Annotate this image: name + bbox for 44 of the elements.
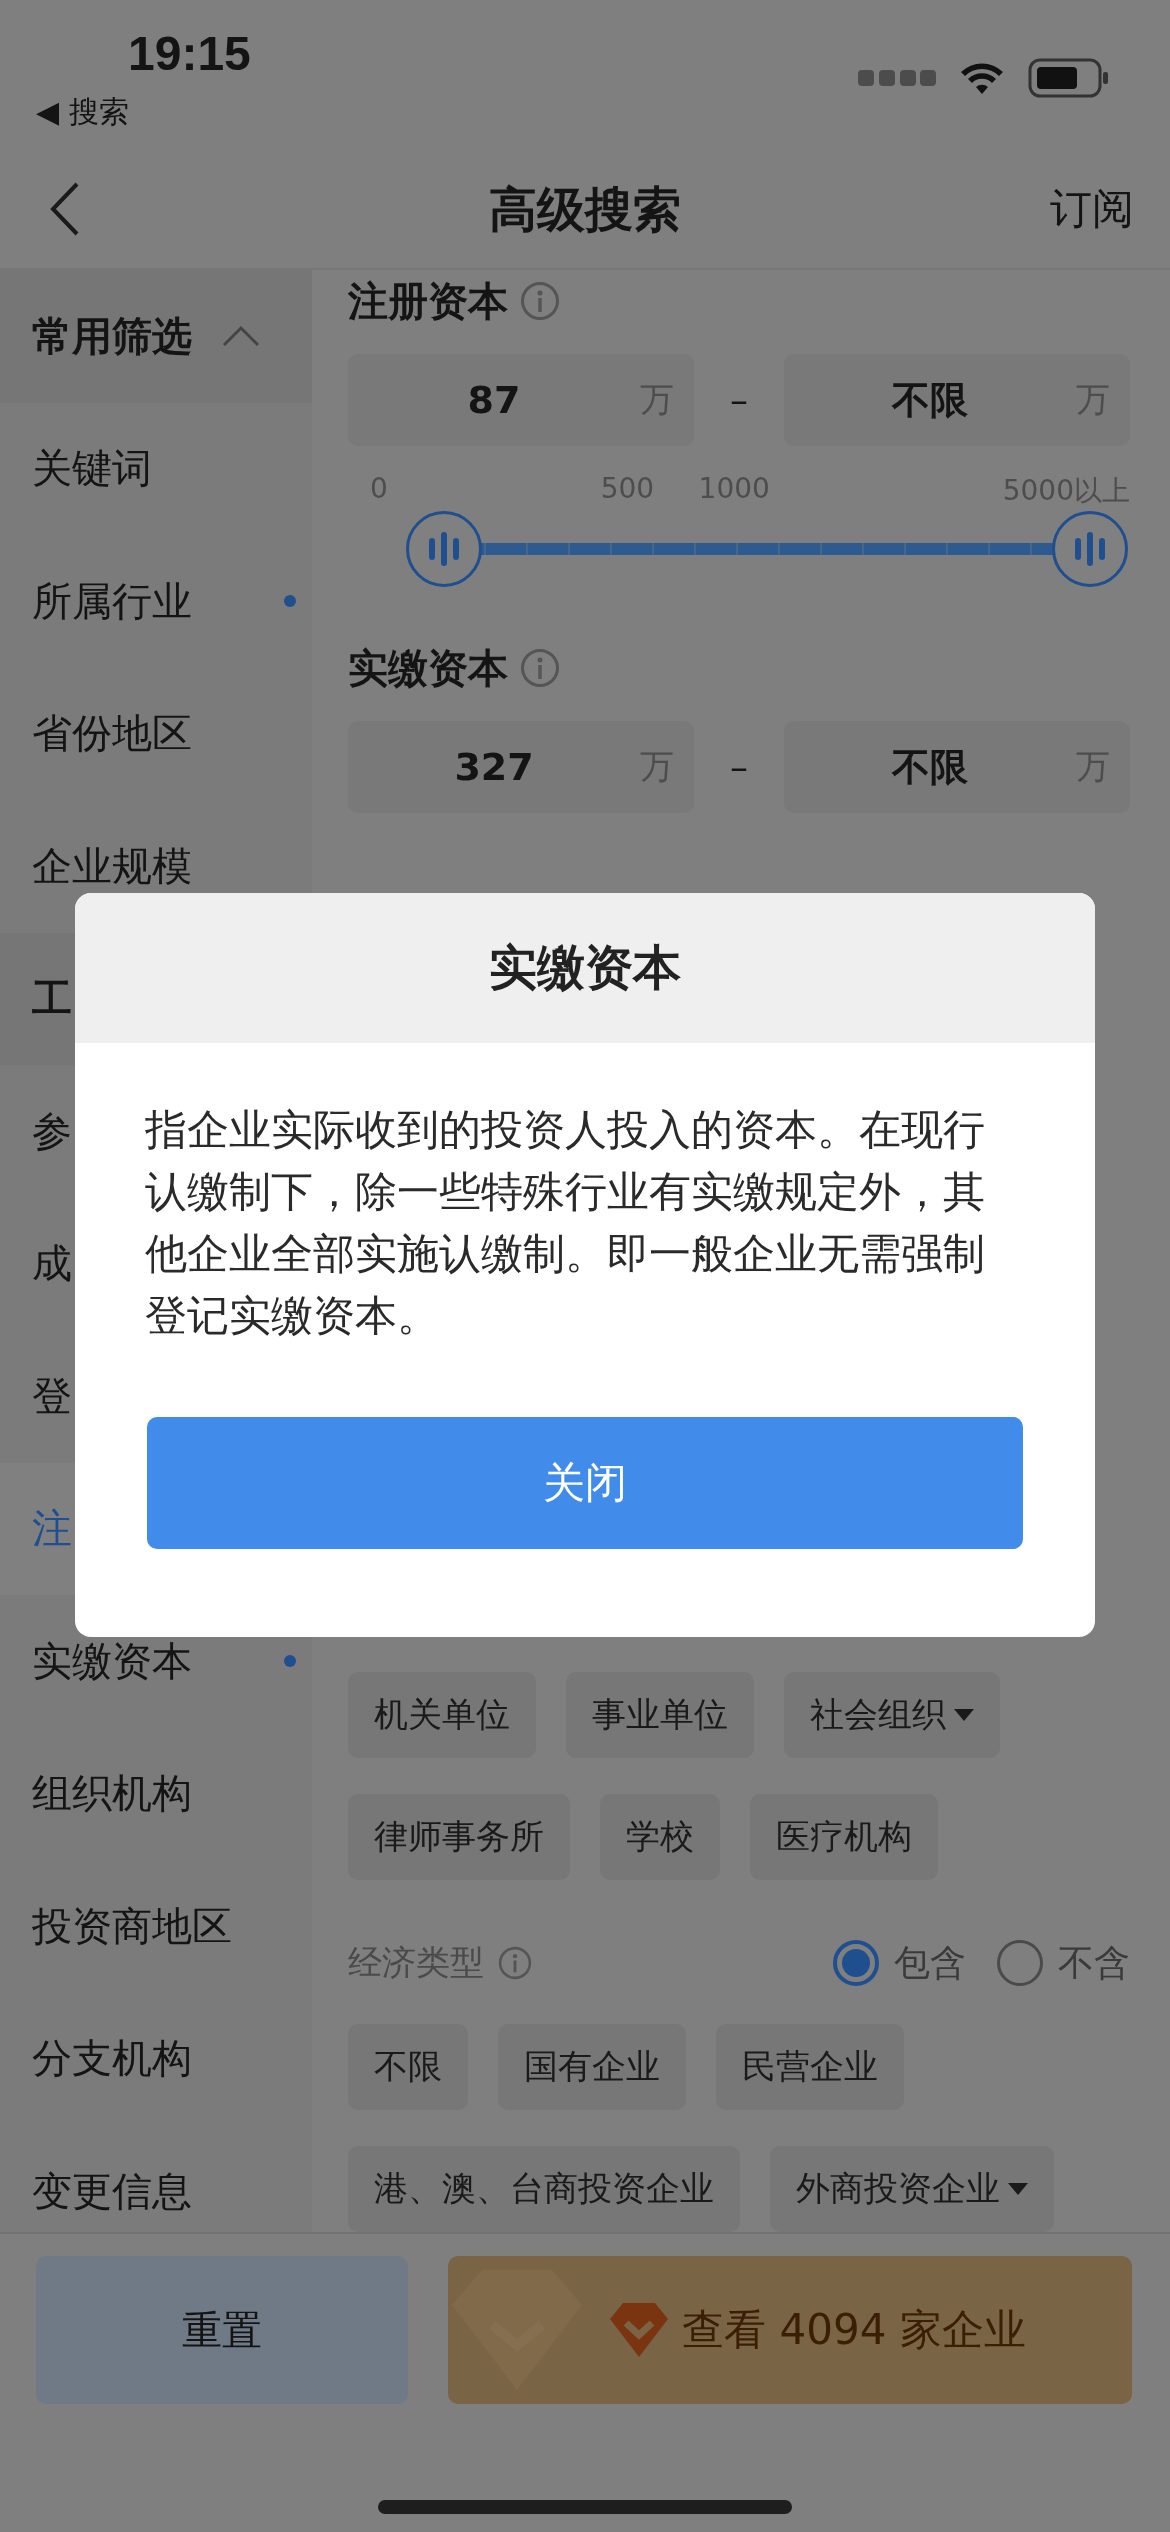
filter-chip[interactable]: 民营企业 bbox=[716, 2024, 904, 2110]
filter-chip[interactable]: 不限 bbox=[348, 2024, 468, 2110]
dialog-title: 实缴资本 bbox=[489, 938, 681, 997]
dialog-text: 指企业实际收到的投资人投入的资本。在现行认缴制下，除一些特殊行业有实缴规定外，其他企业全部实施认缴制。即一般企业无需强制登记实缴资本。 bbox=[145, 1104, 986, 1342]
filter-chip[interactable]: 国有企业 bbox=[498, 2024, 686, 2110]
filter-chip[interactable]: 事业单位 bbox=[566, 1672, 754, 1759]
filter-chip[interactable]: 医疗机构 bbox=[750, 1794, 938, 1881]
sidebar-item[interactable]: 省份地区 bbox=[0, 667, 312, 800]
sidebar-item[interactable]: 实缴资本 bbox=[0, 1595, 312, 1728]
info-icon bbox=[520, 281, 560, 321]
filter-chip[interactable]: 机关单位 bbox=[348, 1672, 536, 1759]
sidebar-item[interactable]: 所属行业 bbox=[0, 535, 312, 668]
sidebar-item[interactable]: 分支机构 bbox=[0, 1992, 312, 2125]
close-button[interactable]: 关闭 bbox=[147, 1417, 1023, 1549]
section-title: 实缴资本 bbox=[348, 643, 508, 693]
caret-icon bbox=[954, 1709, 974, 1722]
info-icon bbox=[520, 648, 560, 689]
reset-button[interactable]: 重置 bbox=[36, 2256, 408, 2404]
sidebar-item[interactable]: 变更信息 bbox=[0, 2125, 312, 2232]
sidebar-group[interactable]: 常用筛选 bbox=[0, 270, 312, 403]
filter-chip[interactable]: 律师事务所 bbox=[348, 1794, 570, 1881]
back-to-app-link[interactable]: ◀ 搜索 bbox=[36, 92, 129, 133]
radio-option[interactable]: 包含 bbox=[832, 1938, 966, 1988]
caret-icon bbox=[1008, 2183, 1028, 2195]
status-time: 19:15 bbox=[128, 26, 251, 81]
page-title: 高级搜索 bbox=[489, 181, 681, 237]
radio-option[interactable]: 不含 bbox=[996, 1938, 1130, 1988]
filter-chip[interactable]: 港、澳、台商投资企业 bbox=[348, 2146, 740, 2232]
section-title: 注册资本 bbox=[348, 276, 508, 326]
info-icon bbox=[498, 1946, 532, 1981]
sidebar-item[interactable]: 投资商地区 bbox=[0, 1860, 312, 1993]
sidebar-item[interactable]: 关键词 bbox=[0, 402, 312, 535]
range-separator: – bbox=[729, 379, 749, 421]
sidebar-item[interactable]: 组织机构 bbox=[0, 1727, 312, 1860]
back-icon[interactable] bbox=[50, 182, 80, 236]
range-separator: – bbox=[729, 746, 749, 788]
battery-icon bbox=[1028, 58, 1110, 98]
view-results-button[interactable]: 查看 4094 家企业 bbox=[448, 2256, 1132, 2404]
filter-chip[interactable]: 学校 bbox=[600, 1794, 720, 1881]
filter-chip[interactable]: 外商投资企业 bbox=[770, 2146, 1054, 2232]
signal-icon bbox=[858, 68, 936, 88]
diamond-icon bbox=[608, 2301, 671, 2359]
subscribe-link[interactable]: 订阅 bbox=[1050, 181, 1134, 237]
filter-chip[interactable]: 社会组织 bbox=[784, 1672, 1000, 1759]
